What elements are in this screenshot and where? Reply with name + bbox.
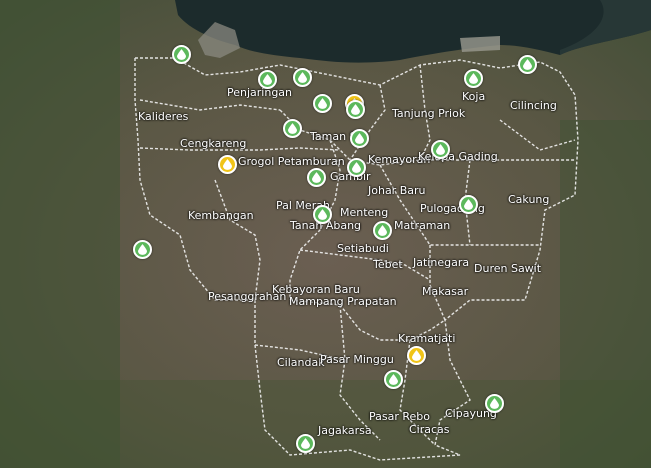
station-marker[interactable] — [431, 140, 450, 159]
port-structure-east — [460, 36, 500, 52]
water-drop-icon — [312, 172, 321, 183]
water-drop-icon — [318, 209, 327, 220]
water-drop-icon — [389, 374, 398, 385]
station-marker[interactable] — [350, 129, 369, 148]
water-drop-icon — [355, 133, 364, 144]
water-drop-icon — [490, 398, 499, 409]
map-view[interactable]: Penjaringan Kalideres Koja Cilincing Tanjung… — [0, 0, 651, 468]
water-drop-icon — [288, 123, 297, 134]
station-marker[interactable] — [518, 55, 537, 74]
station-marker[interactable] — [313, 94, 332, 113]
water-drop-icon — [138, 244, 147, 255]
station-marker[interactable] — [172, 45, 191, 64]
water-drop-icon — [301, 438, 310, 449]
water-drop-icon — [469, 73, 478, 84]
water-drop-icon — [298, 72, 307, 83]
station-marker[interactable] — [307, 168, 326, 187]
water-drop-icon — [352, 162, 361, 173]
station-marker[interactable] — [464, 69, 483, 88]
station-marker[interactable] — [133, 240, 152, 259]
water-drop-icon — [378, 225, 387, 236]
water-drop-icon — [412, 350, 421, 361]
station-marker[interactable] — [485, 394, 504, 413]
water-drop-icon — [436, 144, 445, 155]
station-marker[interactable] — [347, 158, 366, 177]
station-marker[interactable] — [407, 346, 426, 365]
station-marker[interactable] — [459, 195, 478, 214]
south-vegetation — [0, 380, 651, 468]
water-drop-icon — [177, 49, 186, 60]
station-marker[interactable] — [346, 100, 365, 119]
station-marker[interactable] — [296, 434, 315, 453]
station-marker[interactable] — [258, 70, 277, 89]
station-marker[interactable] — [384, 370, 403, 389]
water-drop-icon — [223, 159, 232, 170]
water-drop-icon — [318, 98, 327, 109]
water-drop-icon — [464, 199, 473, 210]
station-marker[interactable] — [283, 119, 302, 138]
water-drop-icon — [523, 59, 532, 70]
station-marker[interactable] — [218, 155, 237, 174]
station-marker[interactable] — [293, 68, 312, 87]
water-drop-icon — [263, 74, 272, 85]
satellite-basemap — [0, 0, 651, 468]
station-marker[interactable] — [313, 205, 332, 224]
station-marker[interactable] — [373, 221, 392, 240]
water-drop-icon — [351, 104, 360, 115]
